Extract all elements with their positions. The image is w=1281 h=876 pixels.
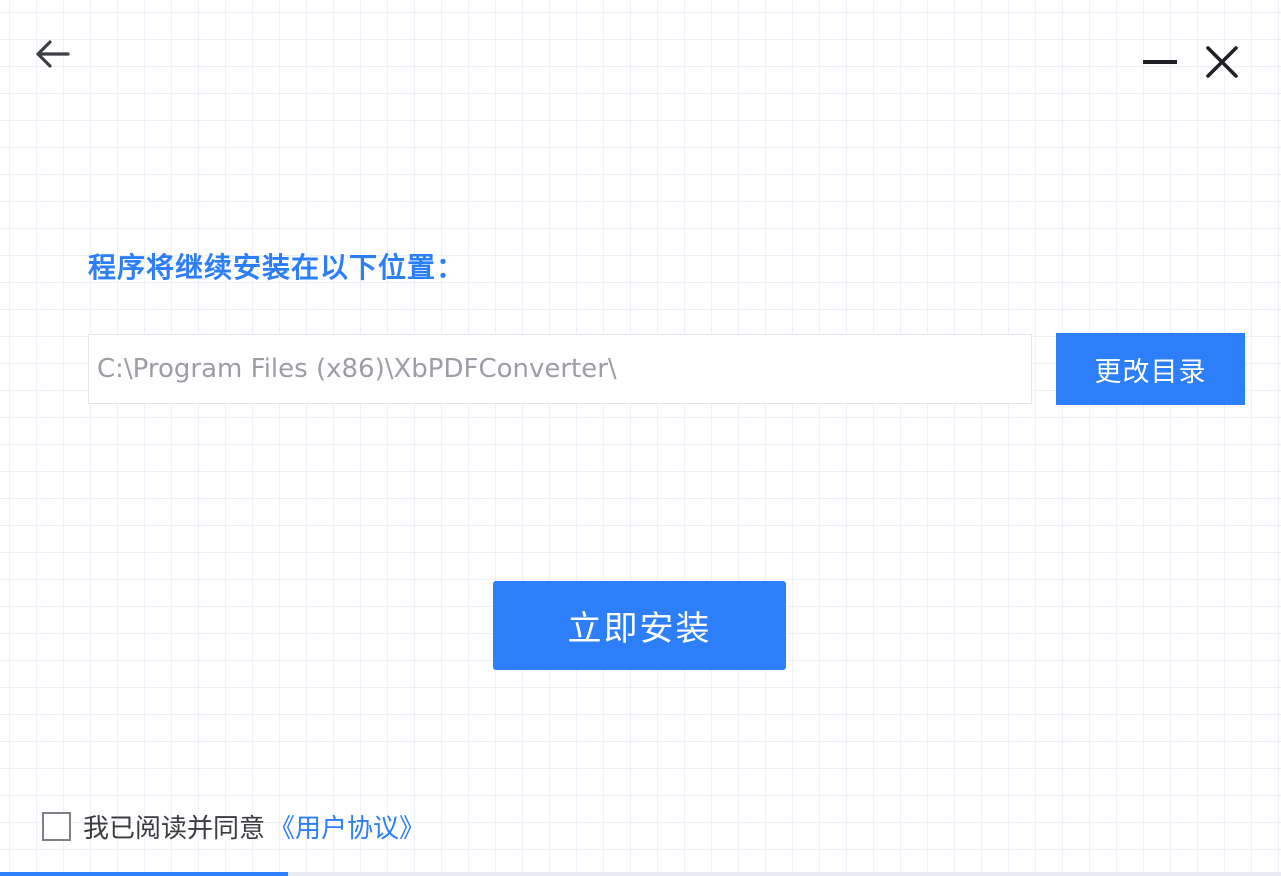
back-button[interactable] (28, 32, 76, 76)
agreement-checkbox[interactable] (42, 811, 71, 841)
bottom-progress-fill (0, 872, 288, 876)
install-now-button[interactable]: 立即安装 (493, 581, 786, 670)
user-agreement-link[interactable]: 《用户协议》 (269, 808, 425, 845)
minimize-button[interactable] (1136, 40, 1184, 84)
agreement-row: 我已阅读并同意 《用户协议》 (42, 808, 425, 844)
arrow-left-icon (36, 40, 70, 68)
agreement-text: 我已阅读并同意 (83, 813, 266, 844)
install-path-input[interactable] (88, 334, 1032, 404)
bottom-progress-bar (0, 872, 1281, 876)
minimize-icon (1143, 60, 1177, 64)
install-location-title: 程序将继续安装在以下位置： (88, 251, 466, 284)
close-button[interactable] (1198, 40, 1246, 84)
close-icon (1206, 46, 1238, 78)
change-directory-button[interactable]: 更改目录 (1056, 333, 1245, 405)
